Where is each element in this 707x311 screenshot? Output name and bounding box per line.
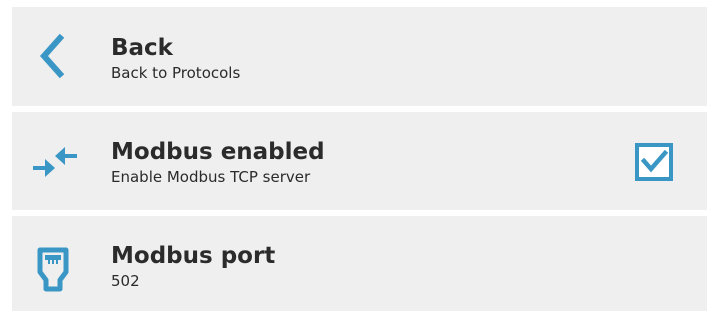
arrows-converge-icon (33, 147, 77, 177)
modbus-enabled-title: Modbus enabled (111, 139, 325, 165)
chevron-left-icon (39, 34, 65, 78)
modbus-enabled-text: Modbus enabled Enable Modbus TCP server (111, 138, 325, 187)
modbus-enabled-checkbox[interactable] (635, 143, 673, 181)
ethernet-plug-icon (37, 247, 69, 292)
modbus-port-text: Modbus port 502 (111, 242, 275, 291)
modbus-port-item[interactable]: Modbus port 502 (12, 216, 707, 311)
back-item-subtitle: Back to Protocols (111, 64, 241, 82)
modbus-port-value: 502 (111, 272, 140, 290)
back-item-text: Back Back to Protocols (111, 34, 240, 83)
modbus-enabled-item[interactable]: Modbus enabled Enable Modbus TCP server (12, 112, 707, 210)
back-item[interactable]: Back Back to Protocols (12, 7, 707, 106)
protocol-settings-list: Back Back to Protocols Modbus enabled En… (0, 0, 707, 311)
back-item-title: Back (111, 35, 173, 61)
modbus-enabled-subtitle: Enable Modbus TCP server (111, 168, 311, 186)
modbus-port-title: Modbus port (111, 243, 276, 269)
